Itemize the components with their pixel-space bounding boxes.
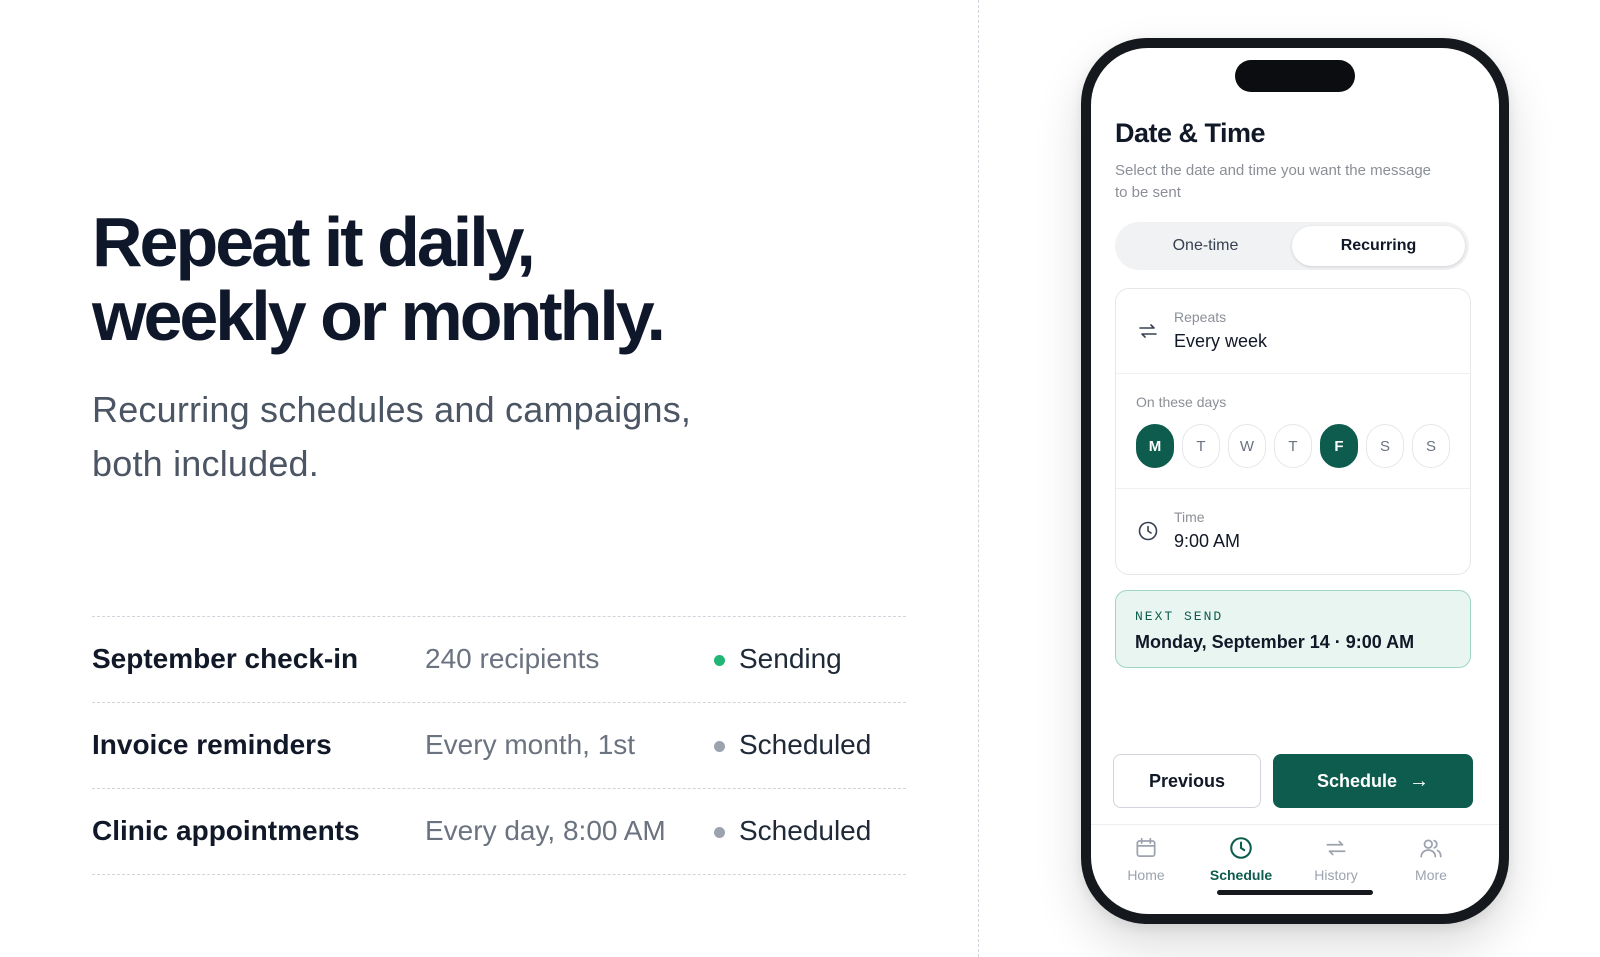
status-label: Scheduled [739,815,872,846]
arrow-right-icon: → [1409,769,1430,792]
schedule-type-toggle: One-time Recurring [1115,222,1469,270]
dynamic-island [1235,60,1355,92]
status-dot [714,740,725,752]
tab-one-time[interactable]: One-time [1119,226,1292,266]
status-label: Sending [739,643,842,674]
day-thursday[interactable]: T [1274,424,1312,468]
campaign-name: Clinic appointments [92,815,360,846]
calendar-icon [1136,837,1156,857]
page-title: Date & Time [1115,118,1266,148]
list-item: September check-in 240 recipients Sendin… [92,617,906,703]
phone-screen: Date & Time Select the date and time you… [1091,48,1499,914]
schedule-settings-card: Repeats Every week On these days M T W T… [1115,288,1471,575]
repeats-value: Every week [1174,331,1268,351]
headline: Repeat it daily, weekly or monthly. [92,205,852,353]
list-item: Invoice reminders Every month, 1st Sched… [92,703,906,789]
day-buttons: M T W T F S S [1136,424,1458,468]
day-monday[interactable]: M [1136,424,1174,468]
panel-divider [978,0,979,957]
time-label: Time [1174,509,1205,525]
campaign-detail: Every month, 1st [425,729,636,760]
headline-line-2: weekly or monthly. [92,277,666,355]
list-item: Clinic appointments Every day, 8:00 AM S… [92,789,906,875]
previous-button[interactable]: Previous [1113,754,1261,808]
clock-icon [1230,837,1252,859]
schedule-button[interactable]: Schedule → [1273,754,1473,808]
tab-more-label: More [1415,867,1447,883]
subline-line-2: both included. [92,443,319,484]
subline: Recurring schedules and campaigns, both … [92,383,792,491]
tab-home[interactable]: Home [1098,835,1194,883]
marketing-panel: Repeat it daily, weekly or monthly. Recu… [0,0,978,957]
bottom-tab-bar: Home Schedule History More [1091,824,1499,914]
days-picker: On these days M T W T F S S [1116,374,1470,489]
clock-icon [1138,521,1158,541]
users-icon [1420,839,1442,858]
tab-history[interactable]: History [1288,835,1384,883]
schedule-button-label: Schedule [1316,770,1398,791]
tab-recurring[interactable]: Recurring [1292,226,1465,266]
time-field[interactable]: Time 9:00 AM [1116,489,1470,575]
campaign-status: Sending [714,643,842,675]
time-value: 9:00 AM [1174,531,1241,551]
phone-frame: Date & Time Select the date and time you… [1081,38,1509,924]
day-tuesday[interactable]: T [1182,424,1220,468]
tab-home-label: Home [1127,867,1165,883]
next-send-label: NEXT SEND [1135,609,1224,624]
headline-line-1: Repeat it daily, [92,203,536,281]
repeats-field[interactable]: Repeats Every week [1116,289,1470,374]
status-label: Scheduled [739,729,872,760]
day-wednesday[interactable]: W [1228,424,1266,468]
campaign-list: September check-in 240 recipients Sendin… [92,616,906,875]
page-description: Select the date and time you want the me… [1115,162,1432,201]
days-label: On these days [1136,394,1227,410]
campaign-name: September check-in [92,643,359,674]
next-send-value: Monday, September 14 · 9:00 AM [1135,632,1415,652]
campaign-detail: 240 recipients [425,643,600,674]
repeat-icon [1139,324,1157,338]
status-dot [714,654,725,666]
subline-line-1: Recurring schedules and campaigns, [92,389,692,430]
repeat-icon [1326,840,1346,856]
next-send-banner: NEXT SEND Monday, September 14 · 9:00 AM [1115,590,1471,668]
campaign-status: Scheduled [714,815,871,847]
day-friday[interactable]: F [1320,424,1358,468]
day-saturday[interactable]: S [1366,424,1404,468]
campaign-status: Scheduled [714,729,871,761]
campaign-detail: Every day, 8:00 AM [425,815,666,846]
tab-schedule-label: Schedule [1209,867,1273,883]
tab-history-label: History [1314,867,1358,883]
day-sunday[interactable]: S [1412,424,1450,468]
status-dot [714,826,725,838]
tab-more[interactable]: More [1383,835,1479,883]
campaign-name: Invoice reminders [92,729,332,760]
home-indicator [1217,890,1373,895]
tab-schedule[interactable]: Schedule [1193,835,1289,883]
repeats-label: Repeats [1174,309,1227,325]
